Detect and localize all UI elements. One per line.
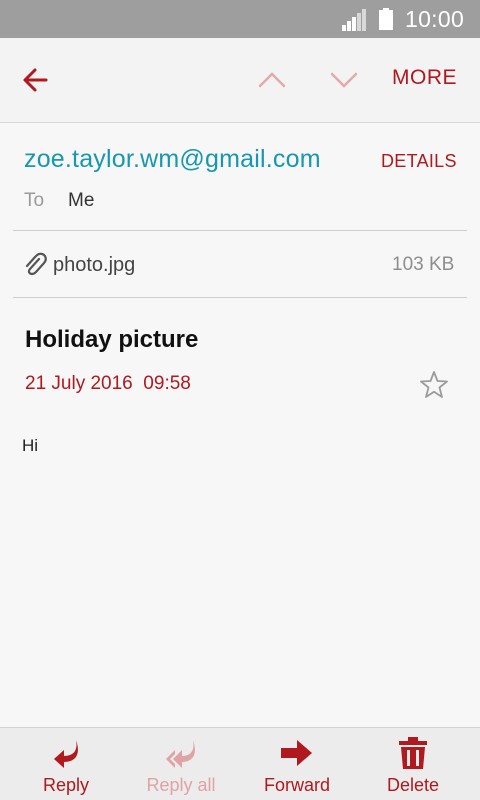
delete-button[interactable]: Delete	[357, 728, 469, 800]
sender-email[interactable]: zoe.taylor.wm@gmail.com	[24, 145, 321, 174]
signal-icon	[342, 9, 366, 31]
chevron-down-icon[interactable]	[324, 62, 364, 98]
status-time: 10:00	[405, 6, 465, 32]
reply-all-button[interactable]: Reply all	[125, 728, 237, 800]
reply-icon	[54, 740, 78, 768]
attachment-name: photo.jpg	[53, 254, 136, 276]
details-button[interactable]: DETAILS	[381, 151, 457, 172]
divider	[13, 297, 467, 298]
forward-button[interactable]: Forward	[241, 728, 353, 800]
email-view-screen: 10:00 MORE zoe.taylor.wm@gmail.com DETAI…	[0, 0, 480, 800]
attachment-size: 103 KB	[392, 254, 455, 275]
star-outline-icon[interactable]	[418, 369, 450, 401]
email-date: 21 July 2016 09:58	[25, 373, 191, 394]
status-bar: 10:00	[0, 0, 480, 38]
delete-label: Delete	[386, 775, 440, 795]
more-button[interactable]: MORE	[392, 66, 457, 90]
email-subject: Holiday picture	[25, 326, 199, 353]
toolbar: MORE	[0, 38, 480, 123]
reply-all-label: Reply all	[146, 775, 216, 795]
reply-all-icon	[166, 740, 195, 768]
battery-icon	[379, 8, 393, 30]
trash-icon	[399, 737, 427, 769]
to-label: To	[24, 190, 45, 211]
paperclip-icon	[25, 252, 47, 276]
chevron-up-icon[interactable]	[252, 62, 292, 98]
forward-icon	[281, 740, 312, 766]
reply-label: Reply	[42, 775, 90, 795]
arrow-left-icon[interactable]	[14, 62, 58, 98]
forward-label: Forward	[263, 775, 330, 795]
email-body: Hi	[22, 436, 39, 455]
divider	[13, 230, 467, 231]
bottom-action-bar: Reply Reply all Forward Delete	[0, 727, 480, 800]
reply-button[interactable]: Reply	[10, 728, 122, 800]
to-recipient: Me	[68, 190, 95, 211]
